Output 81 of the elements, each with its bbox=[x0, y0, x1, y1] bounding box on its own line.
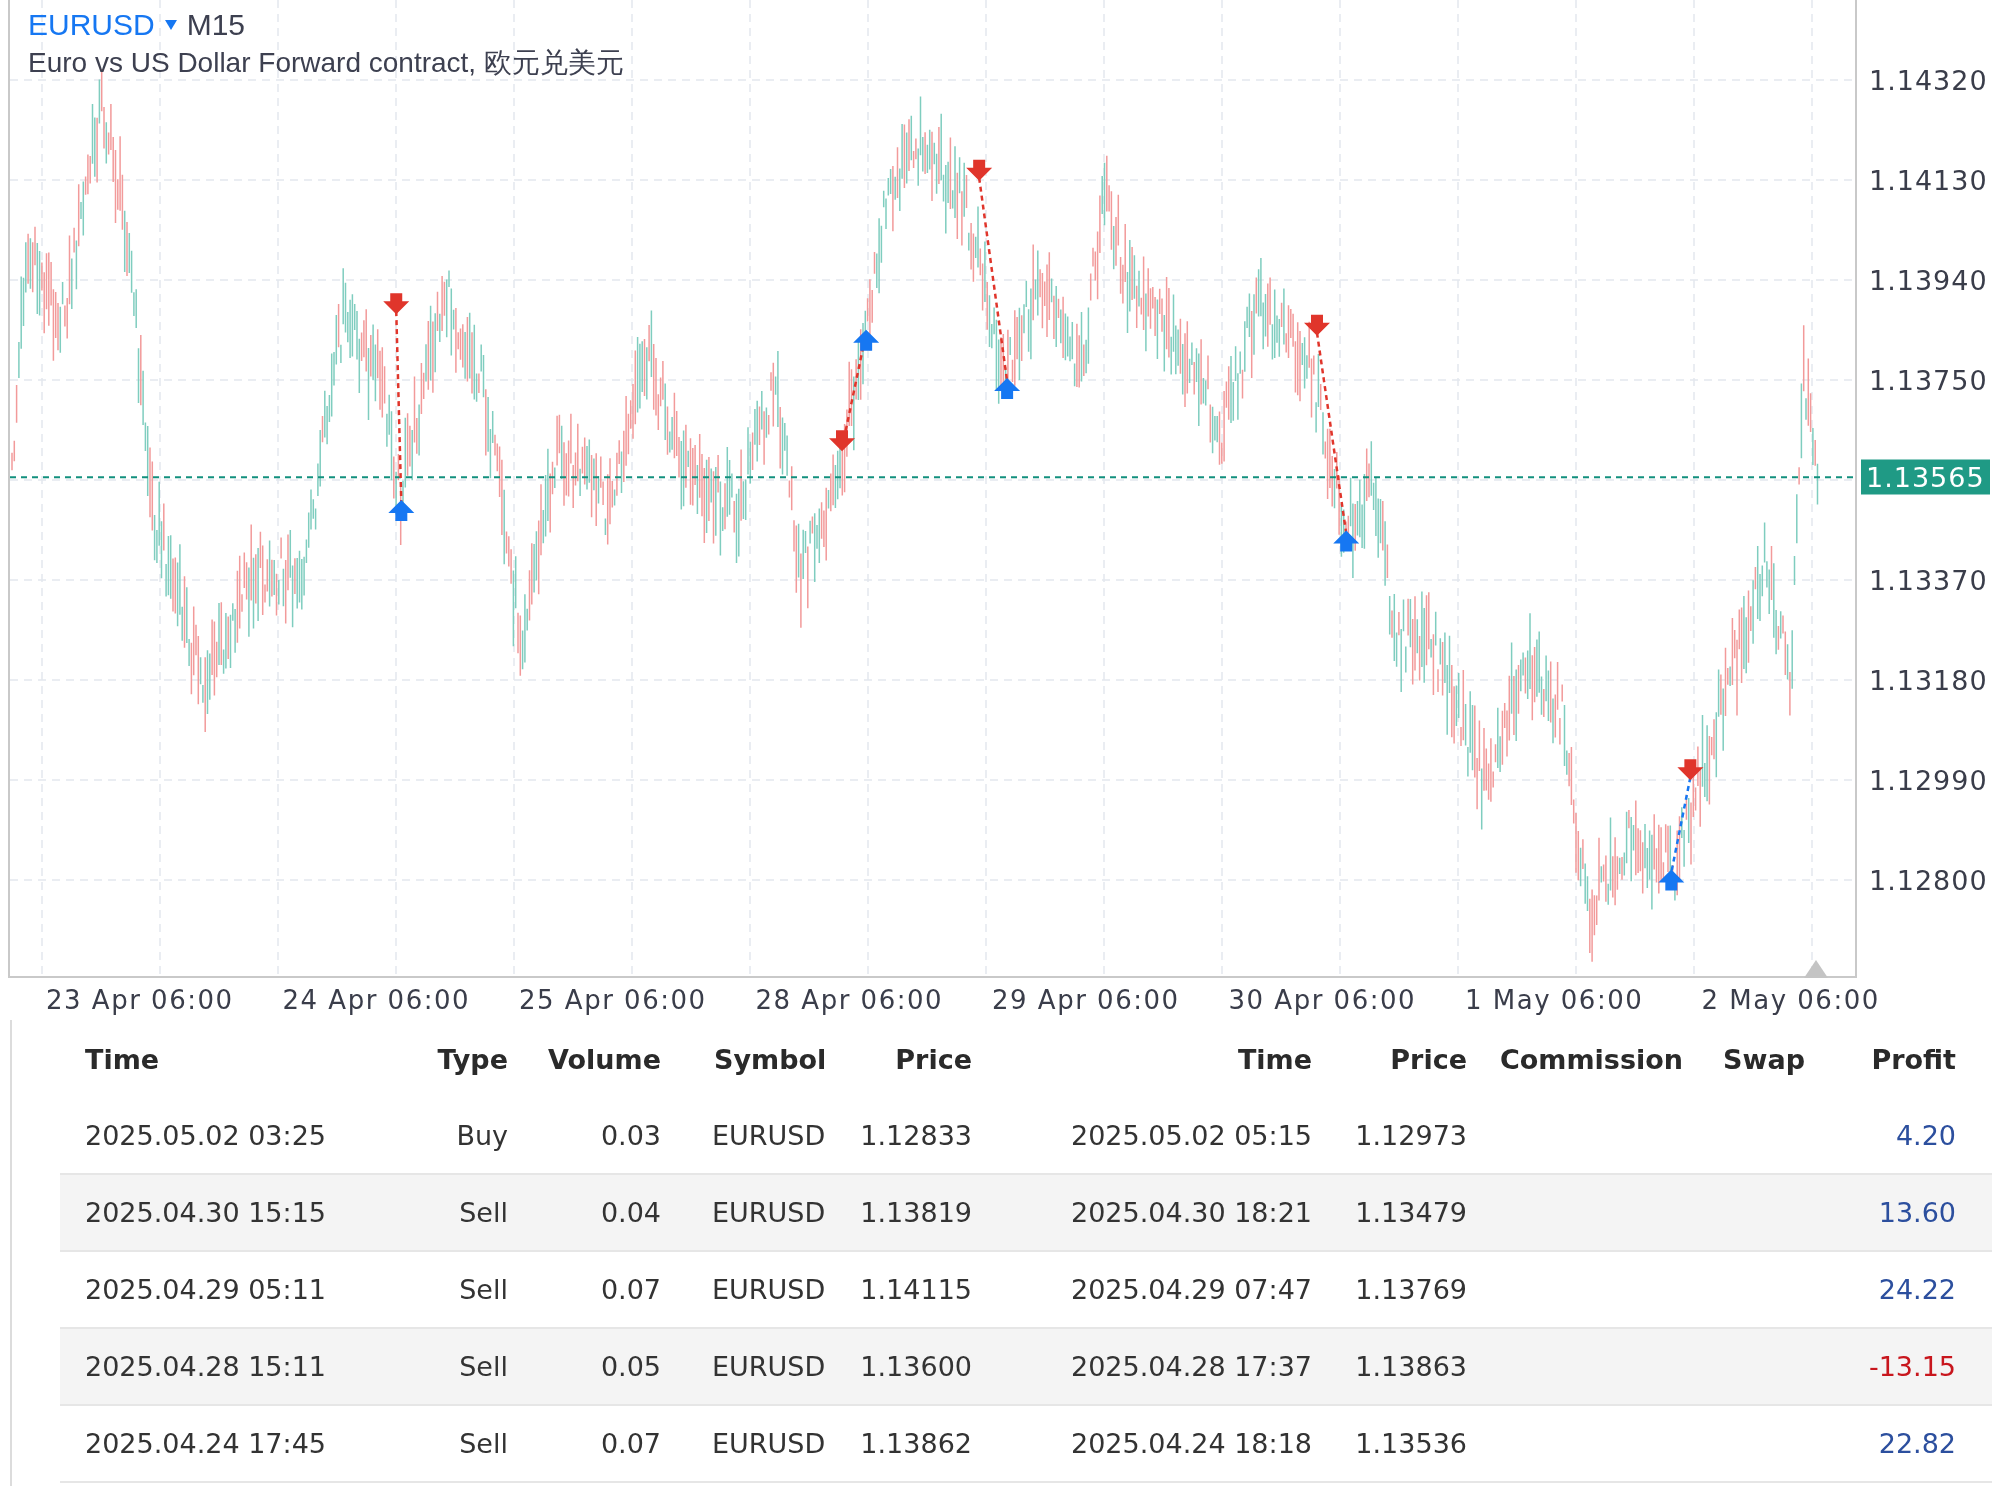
timeframe-label: M15 bbox=[186, 8, 246, 42]
column-header[interactable]: Commission bbox=[1467, 1043, 1683, 1075]
table-cell-text: EURUSD bbox=[711, 1351, 827, 1382]
table-cell-text: 2025.04.30 18:21 bbox=[1070, 1197, 1312, 1228]
time-axis-label: 23 Apr 06:00 bbox=[46, 985, 235, 1015]
table-cell-text: EURUSD bbox=[711, 1274, 827, 1305]
profit-value: 22.82 bbox=[1877, 1428, 1956, 1459]
table-cell-text: 1.12973 bbox=[1354, 1120, 1467, 1151]
time-axis-label: 1 May 06:00 bbox=[1465, 985, 1645, 1015]
column-header[interactable]: Price bbox=[830, 1043, 972, 1075]
profit-value: 24.22 bbox=[1877, 1274, 1956, 1305]
table-cell-text: 0.05 bbox=[599, 1351, 661, 1382]
sell-arrow-icon bbox=[383, 293, 410, 315]
table-cell-text: 1.13863 bbox=[1354, 1351, 1467, 1382]
table-cell-text: 2025.04.24 18:18 bbox=[1070, 1428, 1312, 1459]
column-header[interactable]: Price bbox=[1312, 1043, 1467, 1075]
time-axis-label: 30 Apr 06:00 bbox=[1228, 985, 1418, 1015]
price-tick-label: 1.14320 bbox=[1869, 64, 1988, 96]
table-cell-text: 2025.05.02 05:15 bbox=[1070, 1120, 1312, 1151]
profit-value: 4.20 bbox=[1894, 1120, 1956, 1151]
table-cell-text: EURUSD bbox=[711, 1428, 827, 1459]
table-cell-text: EURUSD bbox=[711, 1120, 827, 1151]
table-cell-text: 2025.04.28 15:11 bbox=[84, 1351, 327, 1382]
buy-arrow-icon bbox=[1333, 530, 1360, 552]
column-header[interactable]: Symbol bbox=[661, 1043, 830, 1075]
column-header[interactable]: Volume bbox=[508, 1043, 661, 1075]
table-cell-text: 2025.04.28 17:37 bbox=[1070, 1351, 1312, 1382]
table-cell-text: 1.13819 bbox=[859, 1197, 972, 1228]
table-cell-text: 1.13600 bbox=[859, 1351, 972, 1382]
buy-arrow-icon bbox=[388, 499, 415, 521]
column-header[interactable]: Swap bbox=[1683, 1043, 1805, 1075]
column-header[interactable]: Type bbox=[420, 1043, 508, 1075]
symbol-name[interactable]: EURUSD bbox=[28, 8, 155, 42]
table-cell-text: 2025.04.30 15:15 bbox=[84, 1197, 327, 1228]
sell-arrow-icon bbox=[1304, 314, 1330, 336]
table-cell-text: 1.14115 bbox=[859, 1274, 972, 1305]
column-header[interactable]: Time bbox=[60, 1043, 420, 1075]
table-cell-text: Sell bbox=[458, 1197, 508, 1228]
current-price-label: 1.13565 bbox=[1861, 459, 1990, 495]
table-cell-text: 2025.05.02 03:25 bbox=[84, 1120, 327, 1151]
price-tick-label: 1.13750 bbox=[1869, 364, 1988, 396]
table-cell-text: 1.13769 bbox=[1354, 1274, 1467, 1305]
sell-arrow-icon bbox=[966, 159, 993, 181]
table-cell-text: 1.13536 bbox=[1354, 1428, 1467, 1459]
table-cell-text: 0.07 bbox=[599, 1428, 661, 1459]
table-cell-text: EURUSD bbox=[711, 1197, 827, 1228]
column-header[interactable]: Profit bbox=[1805, 1043, 1956, 1075]
sell-arrow-icon bbox=[1677, 759, 1704, 781]
time-axis-label: 28 Apr 06:00 bbox=[755, 985, 945, 1015]
price-tick-label: 1.13180 bbox=[1869, 664, 1988, 696]
column-header[interactable]: Time bbox=[972, 1043, 1312, 1075]
table-cell-text: Sell bbox=[458, 1351, 508, 1382]
price-tick-label: 1.12990 bbox=[1869, 764, 1988, 796]
time-axis-label: 24 Apr 06:00 bbox=[282, 985, 472, 1015]
buy-arrow-icon bbox=[853, 329, 880, 351]
caret-icon[interactable] bbox=[164, 20, 177, 30]
price-tick-label: 1.13940 bbox=[1869, 264, 1988, 296]
buy-arrow-icon bbox=[994, 378, 1021, 399]
price-tick-label: 1.12800 bbox=[1869, 864, 1988, 896]
table-cell-text: 1.13479 bbox=[1354, 1197, 1467, 1228]
table-cell-text: 1.12833 bbox=[859, 1120, 972, 1151]
table-cell-text: Sell bbox=[458, 1428, 508, 1459]
time-axis-label: 29 Apr 06:00 bbox=[992, 985, 1181, 1015]
buy-arrow-icon bbox=[1658, 869, 1685, 891]
sell-arrow-icon bbox=[829, 430, 855, 452]
price-tick-label: 1.13370 bbox=[1869, 564, 1988, 596]
profit-value: -13.15 bbox=[1867, 1351, 1956, 1382]
table-cell-text: 1.13862 bbox=[859, 1428, 972, 1459]
table-cell-text: 2025.04.29 07:47 bbox=[1070, 1274, 1312, 1305]
table-cell-text: 0.04 bbox=[599, 1197, 661, 1228]
table-cell-text: 2025.04.24 17:45 bbox=[84, 1428, 327, 1459]
table-cell-text: 0.03 bbox=[599, 1120, 661, 1151]
table-cell-text: 0.07 bbox=[599, 1274, 661, 1305]
profit-value: 13.60 bbox=[1877, 1197, 1956, 1228]
symbol-description: Euro vs US Dollar Forward contract, 欧元兑美元 bbox=[28, 46, 624, 80]
table-cell-text: Sell bbox=[458, 1274, 508, 1305]
time-axis-label: 2 May 06:00 bbox=[1701, 985, 1881, 1015]
table-cell-text: Buy bbox=[455, 1120, 508, 1151]
time-axis-label: 25 Apr 06:00 bbox=[519, 985, 708, 1015]
table-cell-text: 2025.04.29 05:11 bbox=[84, 1274, 327, 1305]
price-tick-label: 1.14130 bbox=[1869, 164, 1988, 196]
